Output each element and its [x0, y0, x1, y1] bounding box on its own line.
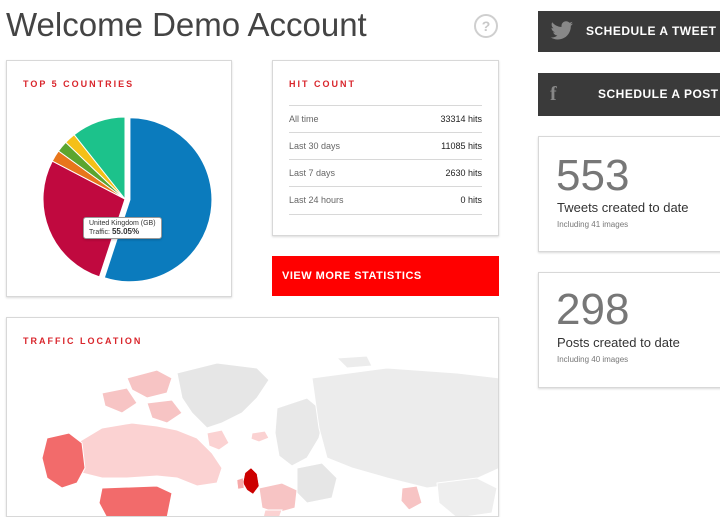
twitter-bird-icon	[550, 21, 573, 40]
map-region	[296, 462, 338, 504]
tweets-sub: Including 41 images	[557, 220, 629, 229]
hit-row: Last 7 days 2630 hits	[289, 159, 482, 187]
tweets-label: Tweets created to date	[557, 200, 689, 215]
question-circle-icon[interactable]: ?	[474, 14, 498, 38]
posts-stat-card: 298 Posts created to date Including 40 i…	[538, 272, 720, 388]
schedule-tweet-label: SCHEDULE A TWEET	[586, 24, 717, 38]
map-region	[258, 482, 298, 514]
schedule-post-label: SCHEDULE A POST	[598, 87, 719, 101]
hit-row-label: All time	[289, 114, 319, 124]
page-title: Welcome Demo Account	[6, 6, 367, 43]
map-region	[98, 485, 173, 516]
hit-row: Last 30 days 11085 hits	[289, 132, 482, 160]
hit-row-label: Last 7 days	[289, 168, 336, 178]
countries-pie-chart[interactable]	[7, 61, 233, 298]
map-region	[41, 432, 86, 489]
hit-count-title: HIT COUNT	[289, 79, 356, 89]
map-region	[236, 477, 245, 490]
view-more-statistics-button[interactable]: VIEW MORE STATISTICS	[272, 256, 499, 296]
posts-label: Posts created to date	[557, 335, 680, 350]
map-region	[262, 509, 283, 516]
map-region	[436, 477, 498, 516]
hit-count-card: HIT COUNT All time 33314 hits Last 30 da…	[272, 60, 499, 236]
tooltip-traffic-label: Traffic:	[89, 229, 111, 236]
map-region	[176, 362, 270, 429]
hit-row-value: 33314 hits	[440, 114, 482, 124]
hit-row-value: 2630 hits	[445, 168, 482, 178]
map-region	[126, 369, 173, 399]
tweets-count: 553	[556, 151, 630, 200]
map-region	[101, 387, 138, 414]
map-region	[242, 467, 260, 495]
hit-row-label: Last 24 hours	[289, 195, 344, 205]
hit-row-value: 0 hits	[460, 195, 482, 205]
tooltip-traffic-value: 55.05%	[111, 227, 140, 236]
hit-row: Last 24 hours 0 hits	[289, 186, 482, 215]
map-region	[206, 429, 230, 451]
tweets-stat-card: 553 Tweets created to date Including 41 …	[538, 136, 720, 252]
top-countries-card: TOP 5 COUNTRIES United Kingdom (GB) Traf…	[6, 60, 232, 297]
schedule-tweet-button[interactable]: SCHEDULE A TWEET	[538, 11, 720, 52]
map-region	[400, 485, 423, 511]
world-map[interactable]	[7, 318, 499, 517]
posts-count: 298	[556, 285, 630, 334]
traffic-location-card: TRAFFIC LOCATION	[6, 317, 499, 517]
facebook-f-icon: f	[550, 83, 558, 105]
tooltip-country: United Kingdom (GB)	[89, 220, 156, 227]
map-region	[311, 367, 498, 489]
pie-tooltip: United Kingdom (GB) Traffic: 55.05%	[83, 217, 162, 239]
posts-sub: Including 40 images	[557, 355, 629, 364]
map-region	[335, 355, 373, 369]
hit-row-value: 11085 hits	[441, 141, 482, 151]
map-region	[146, 399, 183, 424]
map-region	[250, 430, 270, 443]
schedule-post-button[interactable]: f SCHEDULE A POST	[538, 73, 720, 116]
hit-row-label: Last 30 days	[289, 141, 341, 151]
map-region	[76, 422, 223, 487]
hit-row: All time 33314 hits	[289, 105, 482, 133]
